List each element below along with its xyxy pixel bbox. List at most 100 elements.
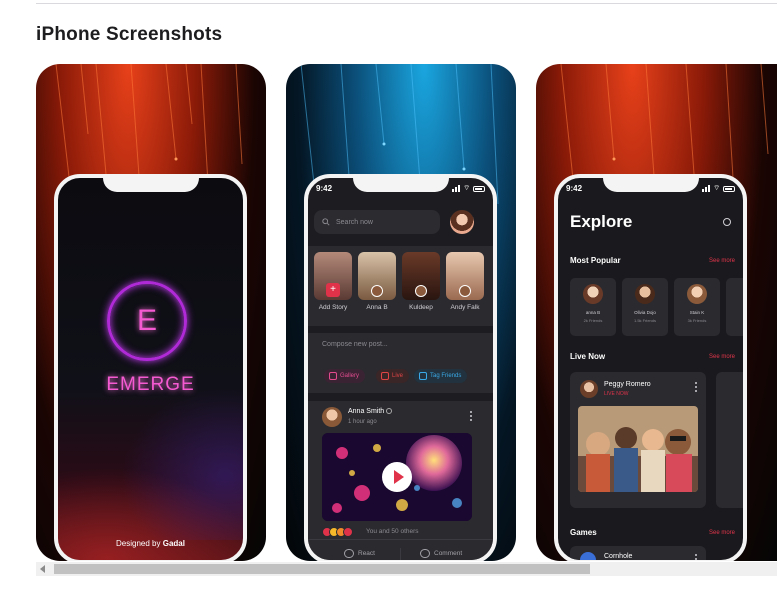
section-heading: Games: [570, 528, 597, 537]
page-title: Explore: [570, 212, 633, 231]
gallery-button[interactable]: Gallery: [324, 369, 366, 383]
story-item[interactable]: [358, 252, 396, 300]
section-title: iPhone Screenshots: [36, 24, 223, 45]
comment-icon: [420, 549, 430, 558]
emerge-logo-icon: E: [107, 281, 187, 361]
battery-icon: [473, 185, 485, 192]
live-host-name: Peggy Romero: [604, 381, 651, 388]
screenshot-3[interactable]: 9:42 ⌔ Explore Most Popular See more ann…: [536, 64, 777, 561]
stories-row: + Add Story Anna B Kuldeep Andy Falk: [308, 246, 493, 326]
story-label: Kuldeep: [409, 304, 433, 311]
section-heading: Most Popular: [570, 256, 621, 265]
screenshot-gallery[interactable]: E EMERGE Designed by Gadal 9:42 ⌔ Search…: [36, 64, 777, 561]
add-story-icon: +: [326, 283, 340, 297]
live-badge: LIVE NOW: [604, 391, 629, 397]
search-icon: [322, 218, 330, 226]
avatar: [687, 284, 707, 304]
live-stream-image: [578, 406, 698, 492]
section-heading: Live Now: [570, 352, 606, 361]
post-avatar[interactable]: [322, 407, 342, 427]
live-card[interactable]: Peggy Romero LIVE NOW: [570, 372, 706, 508]
search-placeholder: Search now: [336, 218, 373, 226]
see-more-link[interactable]: See more: [709, 258, 735, 264]
signal-icon: [452, 185, 461, 192]
search-input[interactable]: Search now: [314, 210, 440, 234]
popular-name: anna B: [585, 310, 601, 315]
wifi-icon: ⌔: [713, 185, 720, 192]
more-options-icon[interactable]: [470, 411, 473, 423]
battery-icon: [723, 185, 735, 192]
popular-card[interactable]: anna B 2k Friends: [570, 278, 616, 336]
divider: [400, 548, 401, 560]
story-add[interactable]: +: [314, 252, 352, 300]
search-icon[interactable]: [723, 218, 731, 226]
more-options-icon[interactable]: [695, 554, 698, 560]
live-button[interactable]: Live: [376, 369, 410, 383]
phone-notch: [602, 178, 699, 192]
play-button[interactable]: [382, 462, 412, 492]
compose-box: Compose new post... Gallery Live Tag Fri…: [308, 333, 493, 393]
comment-button[interactable]: Comment: [420, 549, 462, 558]
avatar: [635, 284, 655, 304]
scroll-left-arrow-icon[interactable]: [40, 565, 45, 573]
verified-icon: [386, 408, 393, 415]
phone-notch: [352, 178, 449, 192]
popular-name: Olivia Dojo: [634, 310, 656, 315]
popular-friends: 3k Friends: [687, 318, 707, 323]
status-time: 9:42: [566, 184, 583, 193]
screenshot-1[interactable]: E EMERGE Designed by Gadal: [36, 64, 266, 561]
popular-card[interactable]: [726, 278, 743, 336]
screenshot-2[interactable]: 9:42 ⌔ Search now + Add Story Anna B Kul…: [286, 64, 516, 561]
avatar: [580, 380, 598, 398]
feed-post: Anna Smith 1 hour ago You and 50 others …: [308, 401, 493, 560]
popular-card[interactable]: Olivia Dojo 1.5k Friends: [622, 278, 668, 336]
avatar: [371, 285, 383, 297]
glow: [113, 380, 243, 540]
story-label: Anna B: [366, 304, 388, 311]
designer-credit: Designed by Gadal: [116, 539, 185, 548]
reaction-icons: [322, 527, 353, 537]
see-more-link[interactable]: See more: [709, 354, 735, 360]
avatar: [583, 284, 603, 304]
phone-frame: 9:42 ⌔ Search now + Add Story Anna B Kul…: [304, 174, 497, 561]
top-divider: [36, 3, 777, 4]
post-author: Anna Smith: [348, 408, 393, 415]
story-item[interactable]: [446, 252, 484, 300]
heart-icon: [344, 549, 354, 558]
logo-letter: E: [136, 304, 157, 337]
phone-notch: [102, 178, 199, 192]
horizontal-scrollbar[interactable]: [36, 562, 777, 576]
brand-name: EMERGE: [106, 374, 195, 395]
compose-input[interactable]: Compose new post...: [322, 341, 388, 348]
popular-name: Stain K: [689, 310, 705, 315]
status-time: 9:42: [316, 184, 333, 193]
phone-frame: 9:42 ⌔ Explore Most Popular See more ann…: [554, 174, 747, 561]
popular-friends: 2k Friends: [583, 318, 603, 323]
status-icons: ⌔: [702, 184, 735, 193]
scrollbar-thumb[interactable]: [54, 564, 590, 574]
tag-friends-button[interactable]: Tag Friends: [414, 369, 468, 383]
phone-frame: E EMERGE Designed by Gadal: [54, 174, 247, 561]
live-card[interactable]: [716, 372, 743, 508]
people-icon: [419, 372, 427, 380]
profile-avatar[interactable]: [450, 210, 474, 234]
wifi-icon: ⌔: [463, 185, 470, 192]
avatar: [459, 285, 471, 297]
story-item[interactable]: [402, 252, 440, 300]
story-label: Andy Falk: [450, 304, 480, 311]
avatar: [415, 285, 427, 297]
react-button[interactable]: React: [344, 549, 375, 558]
see-more-link[interactable]: See more: [709, 530, 735, 536]
popular-friends: 1.5k Friends: [633, 318, 656, 323]
post-video[interactable]: [322, 433, 472, 521]
popular-card[interactable]: Stain K 3k Friends: [674, 278, 720, 336]
status-icons: ⌔: [452, 184, 485, 193]
reaction-summary: You and 50 others: [366, 528, 419, 535]
game-name: Cornhole: [604, 553, 633, 560]
story-label: Add Story: [318, 304, 348, 311]
more-options-icon[interactable]: [695, 382, 698, 394]
game-card[interactable]: Cornhole: [570, 546, 706, 560]
post-time: 1 hour ago: [348, 419, 377, 425]
gallery-icon: [329, 372, 337, 380]
signal-icon: [702, 185, 711, 192]
